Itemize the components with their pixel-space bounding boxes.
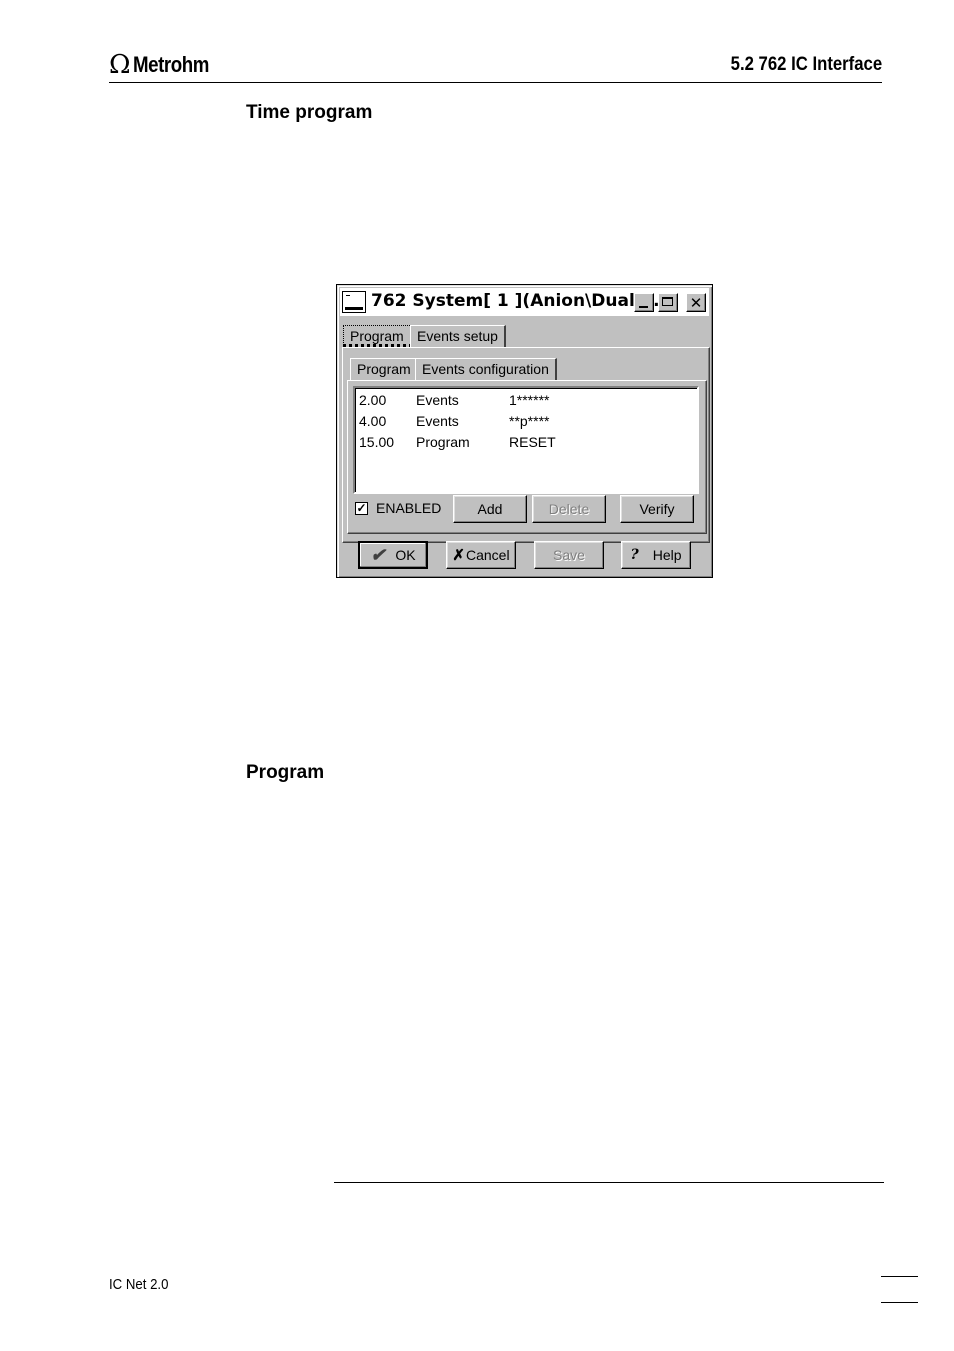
list-item[interactable]: 4.00 Events **p**** [359, 411, 689, 431]
checkmark-icon: ✔ [370, 544, 386, 565]
list-item-type: Program [416, 434, 470, 450]
ok-button[interactable]: ✔ OK [358, 541, 428, 569]
brand-name: Metrohm [132, 52, 209, 77]
page-number-rule-bottom [881, 1302, 918, 1303]
heading-time-program: Time program [246, 102, 373, 123]
cancel-button[interactable]: ✗ Cancel [446, 541, 516, 569]
maximize-button[interactable] [658, 293, 678, 312]
close-button[interactable]: ✕ [686, 293, 706, 312]
list-item-time: 4.00 [359, 413, 387, 429]
list-item[interactable]: 15.00 Program RESET [359, 432, 689, 452]
verify-button[interactable]: Verify [620, 495, 694, 523]
time-program-dialog: 762 System[ 1 ](Anion\Dual2... ✕ Program… [336, 284, 713, 578]
tab-program[interactable]: Program [343, 325, 412, 347]
page-number-rule-top [881, 1276, 918, 1277]
minimize-button[interactable] [634, 293, 654, 312]
delete-button[interactable]: Delete [532, 495, 606, 523]
checkmark-icon[interactable]: ✓ [355, 501, 368, 515]
list-item-time: 2.00 [359, 392, 387, 408]
cancel-label: Cancel [465, 547, 510, 563]
list-item-type: Events [416, 413, 459, 429]
tab-events-setup[interactable]: Events setup [410, 325, 506, 347]
list-item-time: 15.00 [359, 434, 395, 450]
program-list[interactable]: 2.00 Events 1****** 4.00 Events **p**** … [353, 386, 699, 494]
section-title: 5.2 762 IC Interface [730, 54, 882, 75]
footer-text: IC Net 2.0 [109, 1276, 169, 1293]
list-item-value: 1****** [509, 392, 550, 408]
system-menu-icon[interactable] [342, 291, 366, 313]
heading-program: Program [246, 762, 325, 783]
help-button[interactable]: ? Help [621, 541, 691, 569]
list-item[interactable]: 2.00 Events 1****** [359, 390, 689, 410]
add-button[interactable]: Add [453, 495, 527, 523]
help-label: Help [652, 547, 682, 563]
omega-icon: Ω [109, 50, 131, 80]
enabled-checkbox[interactable]: ✓ ENABLED [355, 498, 441, 518]
header-rule [109, 82, 882, 83]
list-item-value: RESET [509, 434, 556, 450]
cancel-x-icon: ✗ [452, 547, 465, 564]
tab-program-inner[interactable]: Program [350, 358, 419, 380]
list-item-type: Events [416, 392, 459, 408]
save-button[interactable]: Save [534, 541, 604, 569]
enabled-label: ENABLED [376, 500, 442, 516]
question-icon: ? [630, 547, 639, 563]
dialog-titlebar[interactable]: 762 System[ 1 ](Anion\Dual2... ✕ [340, 288, 709, 316]
dialog-title: 762 System[ 1 ](Anion\Dual2... [371, 291, 666, 311]
ok-label: OK [395, 547, 416, 563]
tab-events-configuration[interactable]: Events configuration [415, 358, 557, 380]
footer-rule [334, 1182, 884, 1183]
list-item-value: **p**** [509, 413, 550, 429]
metrohm-logo: Ω Metrohm [109, 50, 222, 80]
